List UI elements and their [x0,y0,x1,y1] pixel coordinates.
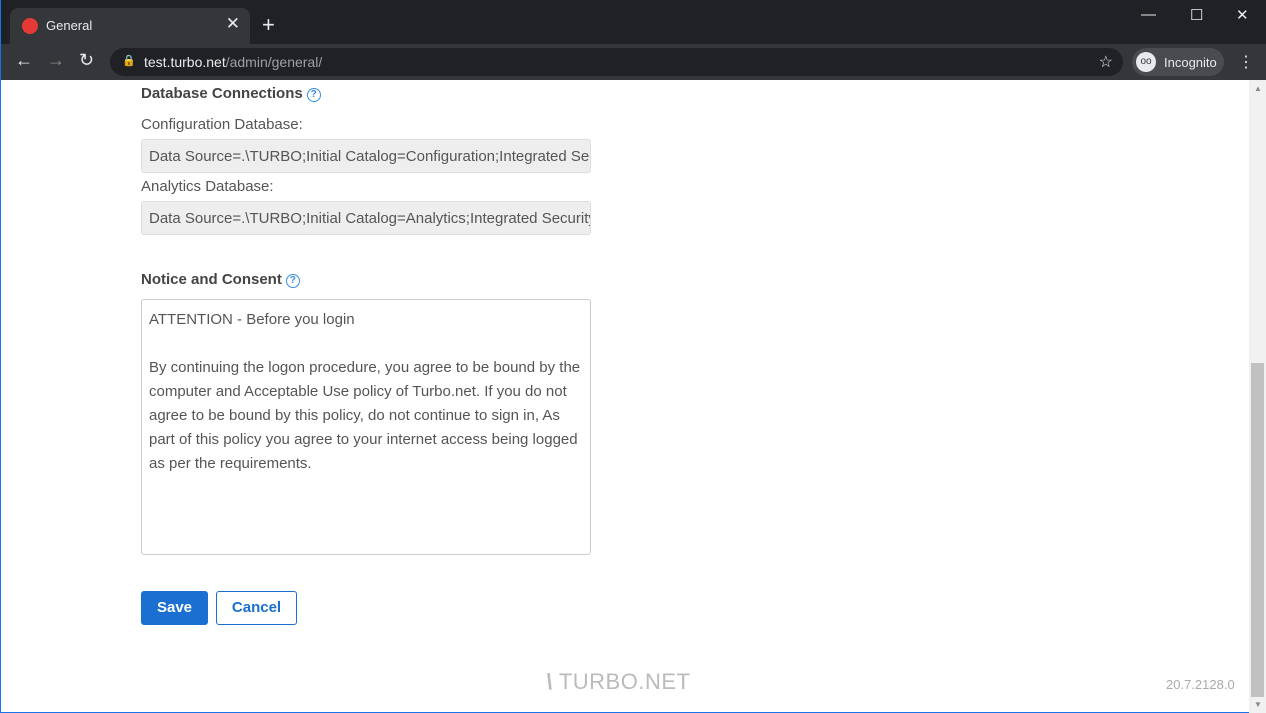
bookmark-star-icon[interactable]: ☆ [1099,52,1113,72]
help-icon[interactable]: ? [306,88,321,102]
url-path: /admin/general/ [225,54,323,70]
url-host: test.turbo.net [144,54,226,70]
tab-title: General [46,18,93,33]
forward-icon[interactable]: → [47,50,65,71]
turbo-favicon-icon [22,18,38,34]
page-content: Database Connections? Configuration Data… [1,80,1249,713]
scrollbar-thumb[interactable] [1251,363,1264,697]
scroll-down-icon[interactable]: ▼ [1254,700,1262,709]
reload-icon[interactable]: ↻ [79,50,94,71]
config-db-input[interactable]: Data Source=.\TURBO;Initial Catalog=Conf… [141,139,591,173]
incognito-icon: oo [1136,52,1156,72]
scroll-up-icon[interactable]: ▲ [1254,84,1262,93]
notice-textarea[interactable]: ATTENTION - Before you login By continui… [141,299,591,555]
menu-icon[interactable]: ⋮ [1238,52,1254,72]
notice-heading: Notice and Consent? [141,271,300,288]
browser-titlebar: General ✕ + — ☐ ✕ [1,0,1266,44]
close-tab-icon[interactable]: ✕ [226,14,240,34]
cancel-button[interactable]: Cancel [216,591,297,625]
analytics-db-label: Analytics Database: [141,178,274,195]
browser-toolbar: ← → ↻ 🔒 test.turbo.net/admin/general/ ☆ … [1,44,1266,80]
help-icon[interactable]: ? [285,274,300,288]
browser-tab[interactable]: General ✕ [10,8,250,44]
analytics-db-input[interactable]: Data Source=.\TURBO;Initial Catalog=Anal… [141,201,591,235]
scrollbar[interactable]: ▲ ▼ [1249,80,1266,713]
save-button[interactable]: Save [141,591,208,625]
minimize-icon[interactable]: — [1141,6,1156,23]
address-bar[interactable]: 🔒 test.turbo.net/admin/general/ ☆ [110,48,1123,76]
back-icon[interactable]: ← [15,50,33,71]
database-connections-heading: Database Connections? [141,85,321,102]
new-tab-icon[interactable]: + [262,12,275,38]
incognito-label: Incognito [1164,55,1217,70]
maximize-icon[interactable]: ☐ [1190,6,1203,24]
lock-icon: 🔒 [122,55,136,67]
close-window-icon[interactable]: ✕ [1236,6,1249,24]
incognito-badge[interactable]: oo Incognito [1132,48,1224,76]
turbo-logo: \ TURBO.NET [546,669,691,694]
config-db-label: Configuration Database: [141,116,303,133]
version-label: 20.7.2128.0 [1166,677,1235,692]
